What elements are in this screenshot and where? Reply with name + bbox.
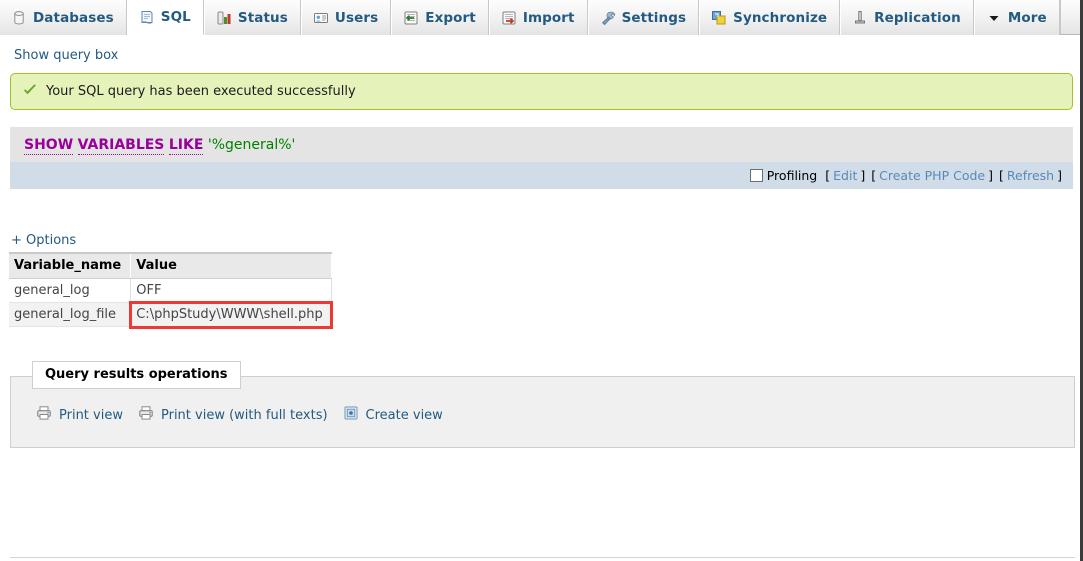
content-area: Show query box Your SQL query has been e… <box>0 35 1083 558</box>
refresh-query-link[interactable]: Refresh <box>1007 168 1054 183</box>
tab-databases[interactable]: Databases <box>0 0 127 35</box>
export-icon <box>403 10 419 26</box>
print-view-full-texts-link[interactable]: Print view (with full texts) <box>161 408 328 423</box>
tab-label: Databases <box>33 9 114 26</box>
tab-label: Synchronize <box>733 9 828 26</box>
bracket-open: [ <box>871 168 877 183</box>
tab-label: Settings <box>621 9 687 26</box>
success-message-box: Your SQL query has been executed success… <box>10 73 1073 110</box>
table-row[interactable]: general_log OFF <box>9 278 332 303</box>
tab-status[interactable]: Status <box>203 0 301 35</box>
sql-keyword-variables: VARIABLES <box>77 137 165 155</box>
phpmyadmin-page: Databases SQL Status Users Export Import… <box>0 0 1083 561</box>
tab-label: Users <box>334 9 379 26</box>
results-table: Variable_name Value general_log OFF gene… <box>9 252 334 329</box>
tab-settings[interactable]: Settings <box>587 0 700 35</box>
query-results-operations-fieldset: Query results operations Print view Prin… <box>10 361 1075 448</box>
import-icon <box>501 10 517 26</box>
cell-value-highlighted: C:\phpStudy\WWW\shell.php <box>128 300 334 329</box>
show-query-box-row: Show query box <box>0 35 1083 73</box>
status-icon <box>216 10 232 26</box>
tab-label: Export <box>425 9 476 26</box>
database-icon <box>11 10 27 26</box>
tab-label: More <box>1007 9 1047 26</box>
sql-keyword-like: LIKE <box>168 137 204 155</box>
main-tab-bar: Databases SQL Status Users Export Import… <box>0 0 1083 35</box>
printer-icon <box>36 405 52 425</box>
print-view-full-texts-link-group[interactable]: Print view (with full texts) <box>138 405 328 425</box>
bracket-close: ] <box>860 168 866 183</box>
sql-string-literal: '%general%' <box>207 137 296 153</box>
printer-icon <box>138 405 154 425</box>
tab-synchronize[interactable]: Synchronize <box>699 0 841 35</box>
options-row: + Options <box>0 189 1083 252</box>
column-header-value[interactable]: Value <box>130 253 332 279</box>
options-toggle-link[interactable]: + Options <box>11 233 76 248</box>
cell-variable-name: general_log_file <box>9 302 132 327</box>
tab-export[interactable]: Export <box>391 0 489 35</box>
table-row[interactable]: general_log_file C:\phpStudy\WWW\shell.p… <box>9 300 334 329</box>
sql-icon <box>139 9 155 25</box>
tab-label: Import <box>522 9 575 26</box>
profiling-checkbox[interactable] <box>749 169 763 182</box>
tab-users[interactable]: Users <box>300 0 392 35</box>
bottom-divider <box>10 557 1075 558</box>
bracket-close: ] <box>988 168 993 183</box>
tab-label: Replication <box>874 9 961 26</box>
bracket-close: ] <box>1057 168 1062 183</box>
bracket-open: [ <box>999 168 1004 183</box>
print-view-link[interactable]: Print view <box>59 408 123 423</box>
success-message-text: Your SQL query has been executed success… <box>46 84 356 99</box>
cell-variable-name: general_log <box>9 278 132 303</box>
query-results-operations-links: Print view Print view (with full texts) <box>11 405 1074 425</box>
tab-label: SQL <box>160 9 191 25</box>
show-query-box-link[interactable]: Show query box <box>14 48 118 63</box>
create-view-icon <box>343 405 359 425</box>
print-view-link-group[interactable]: Print view <box>36 405 123 425</box>
table-header-row: Variable_name Value <box>9 253 332 279</box>
bracket-open: [ <box>825 168 831 183</box>
chevron-down-icon <box>986 10 1002 26</box>
tab-sql[interactable]: SQL <box>126 0 204 35</box>
query-results-operations-legend: Query results operations <box>32 361 241 389</box>
settings-wrench-icon <box>600 10 616 26</box>
synchronize-icon <box>711 10 727 26</box>
create-view-link-group[interactable]: Create view <box>343 405 443 425</box>
replication-icon <box>852 10 868 26</box>
column-header-variable-name[interactable]: Variable_name <box>9 253 132 279</box>
executed-sql-display: SHOW VARIABLES LIKE '%general%' <box>10 127 1073 162</box>
tab-more[interactable]: More <box>973 0 1060 35</box>
edit-query-link[interactable]: Edit <box>833 168 857 183</box>
profiling-toolbar: Profiling [ Edit ] [ Create PHP Code ] [… <box>10 162 1073 189</box>
profiling-label: Profiling <box>766 168 818 183</box>
create-view-link[interactable]: Create view <box>366 408 443 423</box>
sql-keyword-show: SHOW <box>24 137 74 155</box>
cell-value: OFF <box>130 278 332 303</box>
success-check-icon <box>22 82 38 102</box>
create-php-code-link[interactable]: Create PHP Code <box>879 168 985 183</box>
tab-replication[interactable]: Replication <box>840 0 974 35</box>
tab-import[interactable]: Import <box>488 0 588 35</box>
tab-label: Status <box>237 9 288 26</box>
users-icon <box>313 10 329 26</box>
